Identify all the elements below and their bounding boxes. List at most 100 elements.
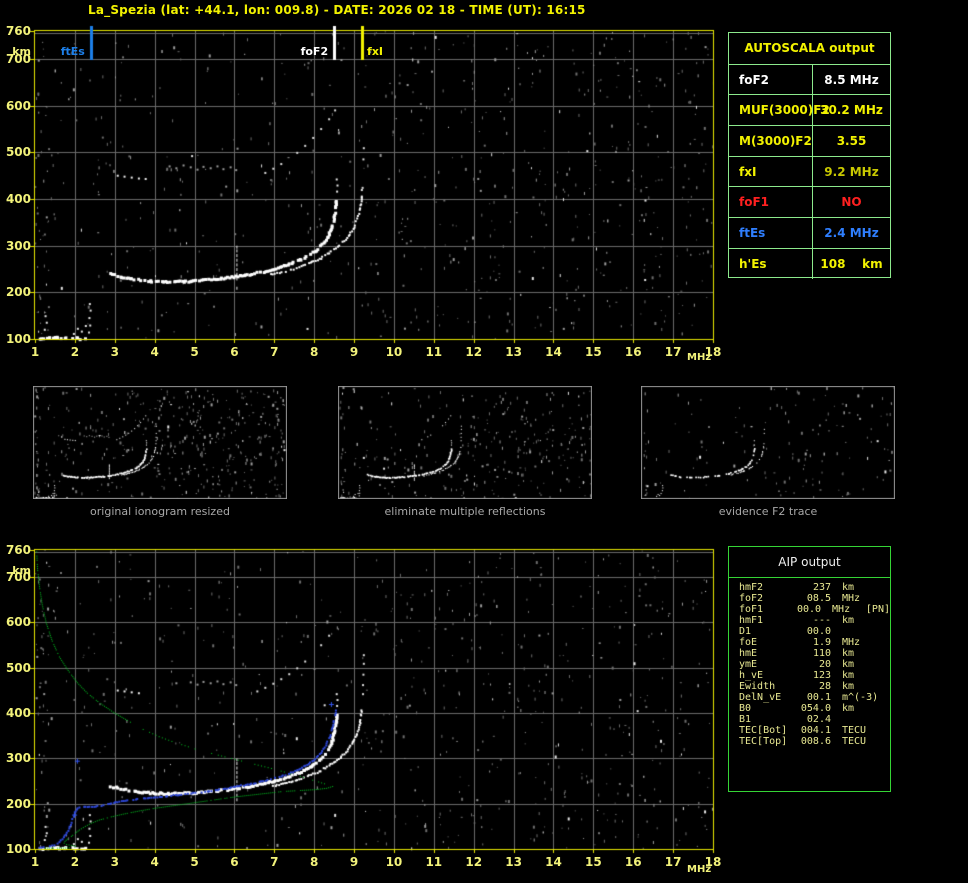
thumbnail-eliminate-reflections [338,386,592,499]
autoscala-table-title: AUTOSCALA output [744,41,875,56]
aip-cell: 008.6 [800,736,831,747]
y-tick-label: 600 [5,615,31,630]
page-title: La_Spezia (lat: +44.1, lon: 009.8) - DAT… [88,3,586,17]
y-tick-label: 400 [5,192,31,206]
thumbnail-caption-2: eliminate multiple reflections [384,505,546,518]
x-tick-label: 3 [110,345,119,359]
x-tick-label: 5 [190,345,199,359]
aip-row: DelN_vE 00.1 m^(-3) [739,692,890,703]
aip-cell: 004.1 [800,725,831,736]
aip-cell: 110 [812,648,831,659]
aip-row: foF1 00.0 MHz [PN] [739,604,890,615]
y-tick-label: 700 [5,52,31,66]
y-tick-label: 300 [5,751,31,766]
aip-ionogram-canvas [28,543,718,856]
aip-cell: km [842,648,855,659]
aip-cell: km [842,659,855,670]
row-label: ftEs [729,218,813,248]
x-tick-label: 3 [110,855,119,869]
x-tick-label: 8 [309,855,319,869]
x-tick-label: 13 [505,855,522,869]
aip-cell: D1 [739,626,752,637]
x-tick-label: 8 [309,345,319,359]
aip-cell: [PN] [865,604,890,615]
x-tick-label: 17 [664,345,682,359]
x-tick-label: 13 [505,345,522,359]
y-tick-label: 200 [5,285,31,300]
aip-row: hmE 110 km [739,648,890,659]
aip-cell: MHz [832,604,851,615]
aip-cell: km [842,670,855,681]
table-row-hes: h'Es 108 km [729,247,890,279]
aip-cell [842,626,880,637]
aip-row: B1 02.4 [739,714,890,725]
table-row-ftes: ftEs 2.4 MHz [729,217,890,248]
aip-cell: TECU [842,736,867,747]
aip-cell: 00.1 [806,692,831,703]
aip-row: ymE 20 km [739,659,890,670]
row-value: NO [841,195,862,210]
x-tick-label: 14 [545,855,562,869]
aip-cell: 00.0 [806,626,831,637]
autoscala-screen: La_Spezia (lat: +44.1, lon: 009.8) - DAT… [0,0,968,883]
aip-cell: h_vE [739,670,764,681]
aip-cell: ymE [739,659,758,670]
aip-cell: MHz [842,593,861,604]
row-label: foF1 [729,187,813,218]
y-tick-label: 300 [5,238,31,253]
y-tick-label: 500 [5,660,31,675]
table-row-fof2: foF2 8.5 MHz [729,63,890,95]
aip-cell: hmE [739,648,758,659]
row-value: 30.2 MHz [820,103,883,118]
row-value: 8.5 MHz [824,72,879,87]
x-tick-label: 7 [270,345,279,359]
x-tick-label: 15 [584,855,602,869]
aip-cell: 00.0 [796,604,822,615]
y-tick-label: 760 [5,543,31,557]
x-tick-label: 12 [465,345,483,359]
x-tick-label: 5 [190,855,199,869]
aip-cell: 28 [818,681,831,692]
row-label: foF2 [729,64,813,95]
y-tick-label: 500 [5,145,31,160]
aip-row: TEC[Bot] 004.1 TECU [739,725,890,736]
aip-cell: TEC[Top] [739,736,788,747]
aip-cell: foF1 [739,604,764,615]
aip-row: TEC[Top] 008.6 TECU [739,736,890,747]
x-tick-label: 10 [385,345,403,359]
row-label: fxI [729,156,813,187]
y-tick-label: 100 [5,842,31,856]
x-tick-label: 6 [230,345,239,359]
aip-cell: --- [812,615,831,626]
thumbnail-caption-1: original ionogram resized [90,505,230,518]
x-tick-label: 17 [664,855,682,869]
main-ionogram-canvas [28,24,718,346]
aip-row: B0 054.0 km [739,703,890,714]
thumbnail-evidence-f2-trace [641,386,895,499]
aip-cell: km [842,615,855,626]
aip-row: Ewidth 28 km [739,681,890,692]
x-tick-label: 4 [150,345,159,359]
table-row-fxi: fxI 9.2 MHz [729,155,890,187]
x-tick-label: 16 [624,855,642,869]
x-tick-label: 18 [704,855,722,869]
x-tick-label: 12 [465,855,483,869]
aip-cell: km [842,703,855,714]
y-tick-label: 400 [5,706,31,721]
aip-cell: TEC[Bot] [739,725,788,736]
row-value: 3.55 [836,133,867,148]
aip-cell: foE [739,637,758,648]
aip-cell: m^(-3) [842,692,879,703]
aip-row: hmF2 237 km [739,582,890,593]
aip-cell: km [842,582,855,593]
aip-cell: 20 [818,659,831,670]
aip-table: AIP output hmF2 237 km foF2 08.5 MHz foF1 00.0 M… [728,546,891,792]
thumbnail-original-ionogram [33,386,287,499]
autoscala-table: AUTOSCALA output foF2 8.5 MHz MUF(3000)F… [728,32,891,279]
x-tick-label: 16 [624,345,642,359]
row-value: 108 km [820,256,883,271]
x-tick-label: 2 [70,855,80,869]
aip-cell: hmF1 [739,615,764,626]
marker-label-fof2: foF2 [300,45,329,58]
aip-row: D1 00.0 [739,626,890,637]
